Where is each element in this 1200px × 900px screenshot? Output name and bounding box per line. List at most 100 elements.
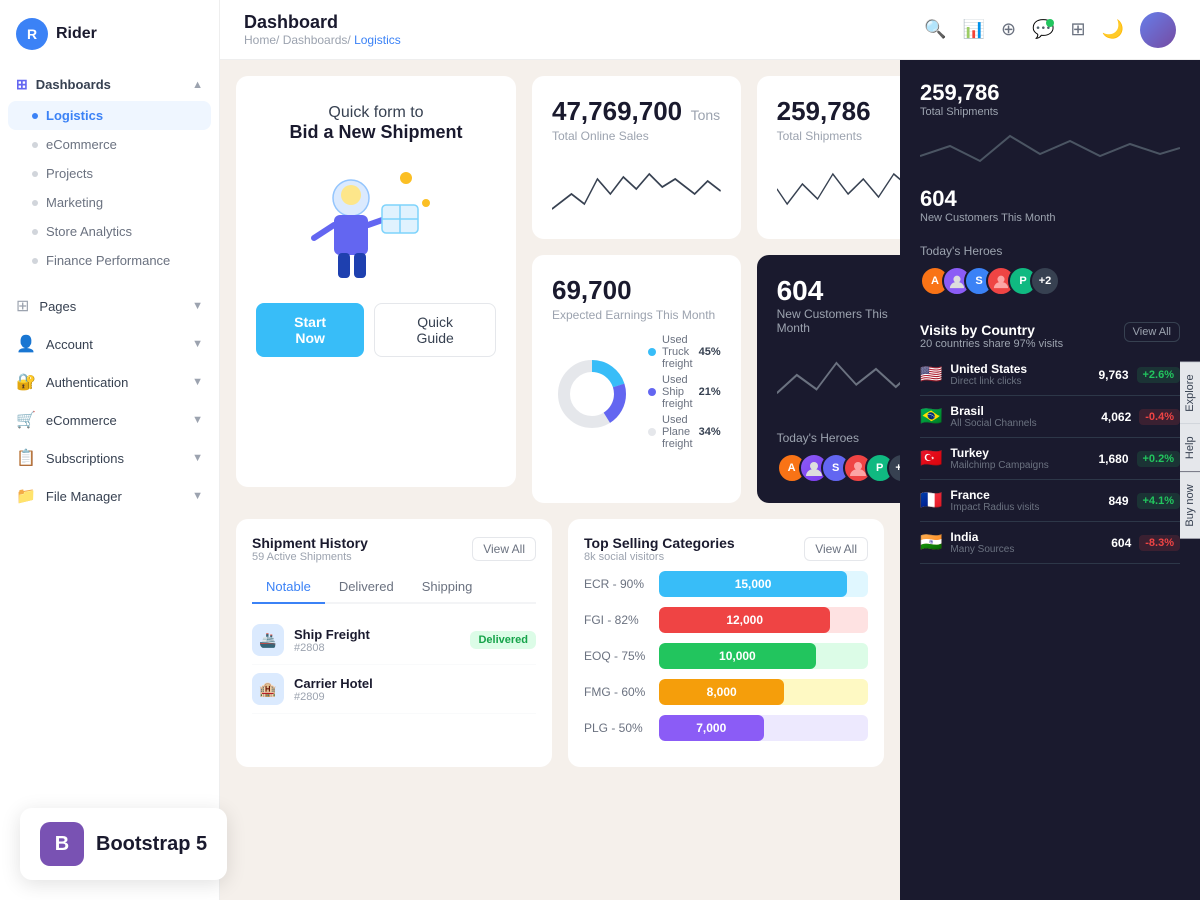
start-now-button[interactable]: Start Now	[256, 303, 364, 357]
dashboards-section[interactable]: ⊞ Dashboards ▲	[0, 68, 219, 101]
country-visits-br: 4,062	[1101, 410, 1131, 424]
country-name-fr: France	[950, 488, 1039, 502]
flag-in: 🇮🇳	[920, 532, 942, 553]
sidebar-logo[interactable]: R Rider	[0, 0, 219, 68]
chevron-up-icon: ▲	[192, 79, 203, 91]
heroes-label: Today's Heroes	[777, 431, 900, 445]
country-visits-us: 9,763	[1098, 368, 1128, 382]
bootstrap-text: Bootstrap 5	[96, 833, 207, 856]
bar-row-fgi: FGI - 82% 12,000	[584, 607, 868, 633]
online-sales-sparkline	[552, 159, 721, 219]
top-selling-header: Top Selling Categories 8k social visitor…	[584, 535, 868, 563]
dark-shipments-card: 259,786 Total Shipments	[920, 80, 1180, 176]
shipment-tabs: Notable Delivered Shipping	[252, 571, 536, 604]
search-icon[interactable]: 🔍	[924, 19, 946, 40]
sidebar-item-authentication[interactable]: 🔐 Authentication ▼	[0, 363, 219, 401]
shipment-history-view-all-button[interactable]: View All	[472, 537, 536, 561]
dark-shipments-value: 259,786	[920, 80, 1180, 106]
sidebar-item-account[interactable]: 👤 Account ▼	[0, 325, 219, 363]
breadcrumb-current: Logistics	[354, 33, 401, 47]
content: Quick form to Bid a New Shipment	[220, 60, 1200, 900]
chevron-down-icon: ▼	[192, 452, 203, 464]
top-selling-title: Top Selling Categories	[584, 535, 735, 551]
header: Dashboard Home/ Dashboards/ Logistics 🔍 …	[220, 0, 1200, 60]
main-area: Dashboard Home/ Dashboards/ Logistics 🔍 …	[220, 0, 1200, 900]
chart-icon[interactable]: 📊	[963, 19, 985, 40]
dot-icon	[32, 229, 38, 235]
table-row: 🏨 Carrier Hotel #2809	[252, 665, 536, 714]
notifications-icon[interactable]: 💬	[1032, 19, 1054, 40]
dot-icon	[32, 171, 38, 177]
bar-value: 12,000	[726, 613, 763, 627]
visits-title: Visits by Country	[920, 322, 1063, 338]
sidebar-item-store-analytics[interactable]: Store Analytics	[0, 217, 219, 246]
tab-notable[interactable]: Notable	[252, 571, 325, 604]
side-label-buy-now[interactable]: Buy now	[1180, 471, 1200, 538]
expected-earnings-label: Expected Earnings This Month	[552, 308, 721, 322]
side-label-explore[interactable]: Explore	[1180, 361, 1200, 423]
sidebar-item-finance-performance[interactable]: Finance Performance	[0, 246, 219, 275]
sidebar-item-ecommerce2[interactable]: 🛒 eCommerce ▼	[0, 401, 219, 439]
logo-icon: R	[16, 18, 48, 50]
top-selling-subtitle: 8k social visitors	[584, 551, 735, 563]
shipment-history-card: Shipment History 59 Active Shipments Vie…	[236, 519, 552, 767]
bar-fill: 7,000	[659, 715, 764, 741]
flag-fr: 🇫🇷	[920, 490, 942, 511]
bar-label: EOQ - 75%	[584, 649, 649, 663]
bar-row-plg: PLG - 50% 7,000	[584, 715, 868, 741]
freight-legend: Used Truck freight 45% Used Ship freight…	[648, 334, 721, 454]
flag-tr: 🇹🇷	[920, 448, 942, 469]
sidebar-page-label: Authentication	[46, 375, 128, 390]
sidebar-item-label: eCommerce	[46, 137, 117, 152]
sidebar-item-subscriptions[interactable]: 📋 Subscriptions ▼	[0, 439, 219, 477]
breadcrumb-dashboards[interactable]: Dashboards/	[283, 33, 351, 47]
sidebar-item-logistics[interactable]: Logistics	[8, 101, 211, 130]
bar-row-eoq: EOQ - 75% 10,000	[584, 643, 868, 669]
tab-shipping[interactable]: Shipping	[408, 571, 487, 602]
bar-label: FGI - 82%	[584, 613, 649, 627]
visits-view-all-button[interactable]: View All	[1124, 322, 1180, 342]
dark-customers-value: 604	[920, 186, 1180, 212]
sidebar-item-projects[interactable]: Projects	[0, 159, 219, 188]
sidebar-item-label: Store Analytics	[46, 224, 132, 239]
quick-form-title: Bid a New Shipment	[256, 122, 496, 143]
bar-value: 7,000	[696, 721, 726, 735]
bar-row-fmg: FMG - 60% 8,000	[584, 679, 868, 705]
country-name-br: Brasil	[950, 404, 1036, 418]
chevron-down-icon: ▼	[192, 338, 203, 350]
sidebar-item-marketing[interactable]: Marketing	[0, 188, 219, 217]
top-selling-view-all-button[interactable]: View All	[804, 537, 868, 561]
bar-value: 8,000	[707, 685, 737, 699]
ship-name: Ship Freight	[294, 627, 370, 642]
header-left: Dashboard Home/ Dashboards/ Logistics	[244, 12, 401, 47]
sidebar-item-label: Marketing	[46, 195, 103, 210]
bar-charts: ECR - 90% 15,000 FGI - 82% 1	[584, 571, 868, 741]
country-change-us: +2.6%	[1137, 367, 1181, 383]
country-source-fr: Impact Radius visits	[950, 502, 1039, 513]
sidebar-item-pages[interactable]: ⊞ Pages ▼	[0, 287, 219, 325]
chevron-down-icon: ▼	[192, 376, 203, 388]
bar-label: ECR - 90%	[584, 577, 649, 591]
ecommerce-icon: 🛒	[16, 410, 36, 430]
pages-icon: ⊞	[16, 296, 29, 316]
page-title: Dashboard	[244, 12, 401, 33]
country-visits-fr: 849	[1108, 494, 1128, 508]
sidebar-item-ecommerce[interactable]: eCommerce	[0, 130, 219, 159]
status-badge: Delivered	[470, 631, 536, 649]
theme-toggle-icon[interactable]: 🌙	[1102, 19, 1124, 40]
visits-header: Visits by Country 20 countries share 97%…	[920, 322, 1180, 350]
total-online-sales-card: 47,769,700 Tons Total Online Sales	[532, 76, 741, 239]
chevron-down-icon: ▼	[192, 414, 203, 426]
sidebar-item-file-manager[interactable]: 📁 File Manager ▼	[0, 477, 219, 515]
grid-icon[interactable]: ⊕	[1001, 19, 1016, 40]
breadcrumb-home[interactable]: Home/	[244, 33, 279, 47]
country-source-tr: Mailchimp Campaigns	[950, 460, 1048, 471]
user-avatar[interactable]	[1140, 12, 1176, 48]
quick-form-buttons: Start Now Quick Guide	[256, 303, 496, 357]
quick-guide-button[interactable]: Quick Guide	[374, 303, 496, 357]
account-icon: 👤	[16, 334, 36, 354]
side-label-help[interactable]: Help	[1180, 424, 1200, 472]
apps-icon[interactable]: ⊞	[1070, 19, 1085, 40]
new-customers-sparkline	[777, 351, 900, 411]
tab-delivered[interactable]: Delivered	[325, 571, 408, 602]
